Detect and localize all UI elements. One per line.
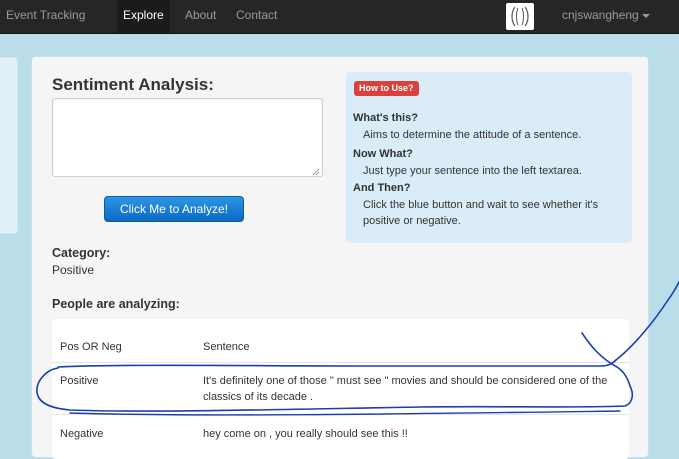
howto-question-3: And Then? bbox=[353, 182, 411, 194]
row-1-sentence: It's definitely one of those " must see … bbox=[203, 375, 608, 403]
top-navbar: Event Tracking Explore About Contact cnj… bbox=[0, 0, 679, 34]
how-to-use-badge: How to Use? bbox=[354, 81, 419, 96]
howto-question-2: Now What? bbox=[353, 148, 413, 160]
analyze-button[interactable]: Click Me to Analyze! bbox=[104, 196, 244, 222]
howto-answer-3: Click the blue button and wait to see wh… bbox=[363, 199, 599, 227]
people-analyzing-heading: People are analyzing: bbox=[52, 297, 180, 311]
nav-about[interactable]: About bbox=[185, 0, 216, 33]
column-header-sentiment: Pos OR Neg bbox=[60, 341, 122, 353]
row-1-sentiment: Positive bbox=[60, 375, 99, 387]
nav-event-tracking[interactable]: Event Tracking bbox=[6, 0, 85, 33]
nav-contact[interactable]: Contact bbox=[236, 0, 277, 33]
howto-question-1: What's this? bbox=[353, 112, 418, 124]
category-label: Category: bbox=[52, 246, 111, 260]
left-side-panel bbox=[0, 57, 18, 234]
caret-down-icon bbox=[641, 13, 650, 18]
howto-answer-1: Aims to determine the attitude of a sent… bbox=[363, 129, 582, 141]
sentence-textarea[interactable] bbox=[52, 98, 323, 177]
user-menu[interactable]: cnjswangheng bbox=[562, 0, 650, 33]
howto-answer-2: Just type your sentence into the left te… bbox=[363, 165, 582, 177]
category-value: Positive bbox=[52, 263, 95, 277]
nav-explore[interactable]: Explore bbox=[117, 0, 170, 33]
row-2-sentiment: Negative bbox=[60, 428, 104, 440]
username: cnjswangheng bbox=[562, 8, 639, 22]
row-2-sentence: hey come on , you really should see this… bbox=[203, 428, 408, 440]
page-title: Sentiment Analysis: bbox=[52, 75, 214, 94]
logo-icon[interactable] bbox=[506, 3, 534, 30]
row-divider bbox=[52, 414, 629, 415]
row-divider bbox=[52, 362, 629, 363]
column-header-sentence: Sentence bbox=[203, 341, 250, 353]
